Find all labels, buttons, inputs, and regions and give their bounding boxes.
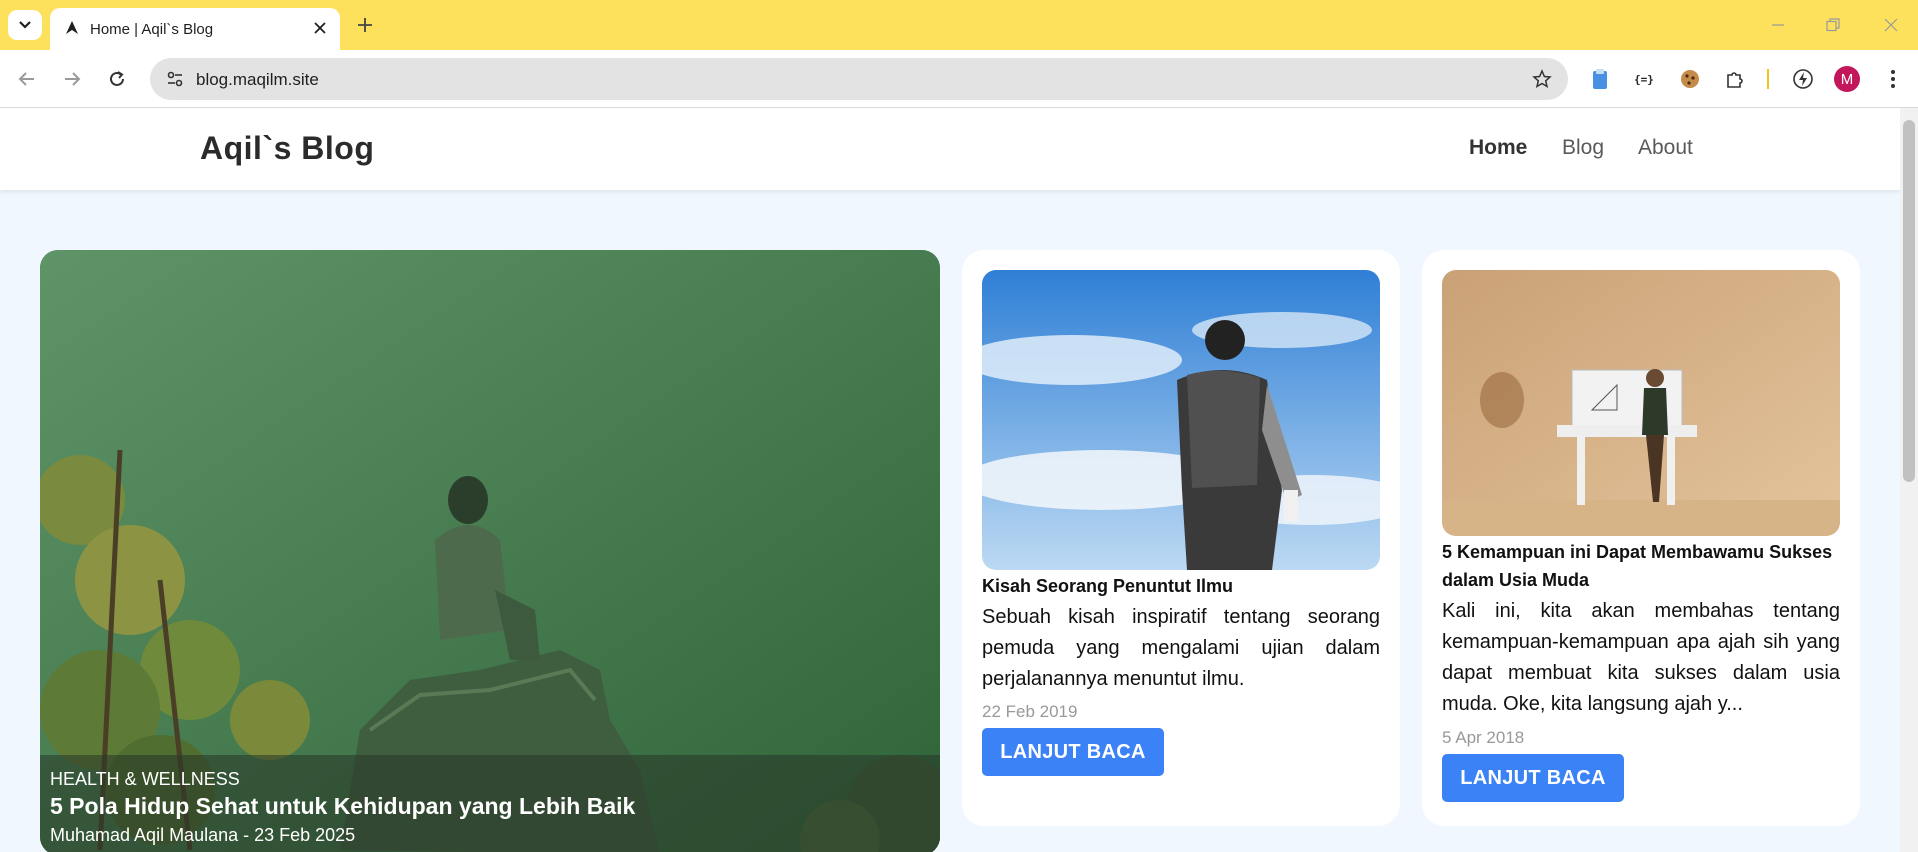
post-thumbnail[interactable] [1442,270,1840,536]
scrollbar-thumb[interactable] [1903,120,1915,482]
post-excerpt: Sebuah kisah inspiratif tentang seorang … [982,606,1380,690]
nav-blog[interactable]: Blog [1562,136,1604,160]
read-more-button[interactable]: LANJUT BACA [1442,754,1624,802]
post-date: 22 Feb 2019 [982,702,1078,721]
toolbar-divider [1767,69,1769,89]
star-icon [1532,69,1552,89]
close-window-button[interactable] [1876,10,1906,40]
browser-toolbar: blog.maqilm.site {=} M [0,50,1918,108]
back-button[interactable] [12,64,42,94]
tab-search-button[interactable] [8,10,42,40]
post-date: 5 Apr 2018 [1442,728,1525,747]
post-card: 5 Kemampuan ini Dapat Membawamu Sukses d… [1422,250,1860,826]
address-bar[interactable]: blog.maqilm.site [150,58,1568,100]
site-favicon-icon [66,21,78,34]
close-icon [314,22,326,34]
svg-text:{=}: {=} [1634,73,1654,86]
tune-icon [167,71,183,87]
nav-home[interactable]: Home [1469,136,1527,160]
profile-avatar[interactable]: M [1834,66,1860,92]
lightning-icon [1793,69,1813,89]
cookie-icon [1681,70,1699,88]
chevron-down-icon [19,21,31,29]
puzzle-icon [1727,72,1743,88]
new-tab-button[interactable] [352,12,378,38]
extension-json-button[interactable]: {=} [1630,64,1660,94]
page-scrollbar[interactable] [1900,108,1918,852]
post-excerpt: Kali ini, kita akan membahas tentang kem… [1442,600,1840,715]
featured-category[interactable]: HEALTH & WELLNESS [50,769,240,790]
nav-about[interactable]: About [1638,136,1693,160]
performance-button[interactable] [1788,64,1818,94]
post-image [1442,270,1840,536]
arrow-left-icon [18,72,34,86]
more-vertical-icon [1891,70,1895,88]
site-brand[interactable]: Aqil`s Blog [200,130,374,167]
tab-title: Home | Aqil`s Blog [90,21,214,38]
extensions-button[interactable] [1720,64,1750,94]
minimize-button[interactable] [1763,10,1793,40]
site-header: Aqil`s Blog Home Blog About [0,108,1900,190]
extension-cookie-button[interactable] [1675,64,1705,94]
featured-post-card[interactable]: HEALTH & WELLNESS 5 Pola Hidup Sehat unt… [40,250,940,852]
tab-close-button[interactable] [310,18,330,38]
json-braces-icon: {=} [1634,73,1654,86]
post-title[interactable]: Kisah Seorang Penuntut Ilmu [982,572,1380,600]
tab-strip: Home | Aqil`s Blog [0,0,1918,50]
close-icon [1884,18,1898,32]
reload-icon [110,71,124,86]
featured-title[interactable]: 5 Pola Hidup Sehat untuk Kehidupan yang … [50,793,635,820]
restore-icon [1826,18,1840,32]
site-info-button[interactable] [162,66,188,92]
post-thumbnail[interactable] [982,270,1380,570]
featured-meta: Muhamad Aqil Maulana - 23 Feb 2025 [50,825,356,845]
active-tab[interactable]: Home | Aqil`s Blog [50,8,340,50]
restore-button[interactable] [1818,10,1848,40]
post-card: Kisah Seorang Penuntut Ilmu Sebuah kisah… [962,250,1400,826]
plus-icon [358,18,372,32]
bookmark-button[interactable] [1530,67,1554,91]
url-text[interactable]: blog.maqilm.site [196,70,319,90]
arrow-right-icon [65,72,81,86]
clipboard-icon [1593,69,1607,89]
page-viewport: Aqil`s Blog Home Blog About HEALTH & WEL… [0,108,1900,852]
featured-caption: HEALTH & WELLNESS 5 Pola Hidup Sehat unt… [40,755,940,852]
read-more-button[interactable]: LANJUT BACA [982,728,1164,776]
reload-button[interactable] [102,64,132,94]
minimize-icon [1772,24,1784,26]
browser-menu-button[interactable] [1878,64,1908,94]
post-image [982,270,1380,570]
extension-clipboard-button[interactable] [1585,64,1615,94]
post-title[interactable]: 5 Kemampuan ini Dapat Membawamu Sukses d… [1442,538,1840,594]
forward-button[interactable] [57,64,87,94]
